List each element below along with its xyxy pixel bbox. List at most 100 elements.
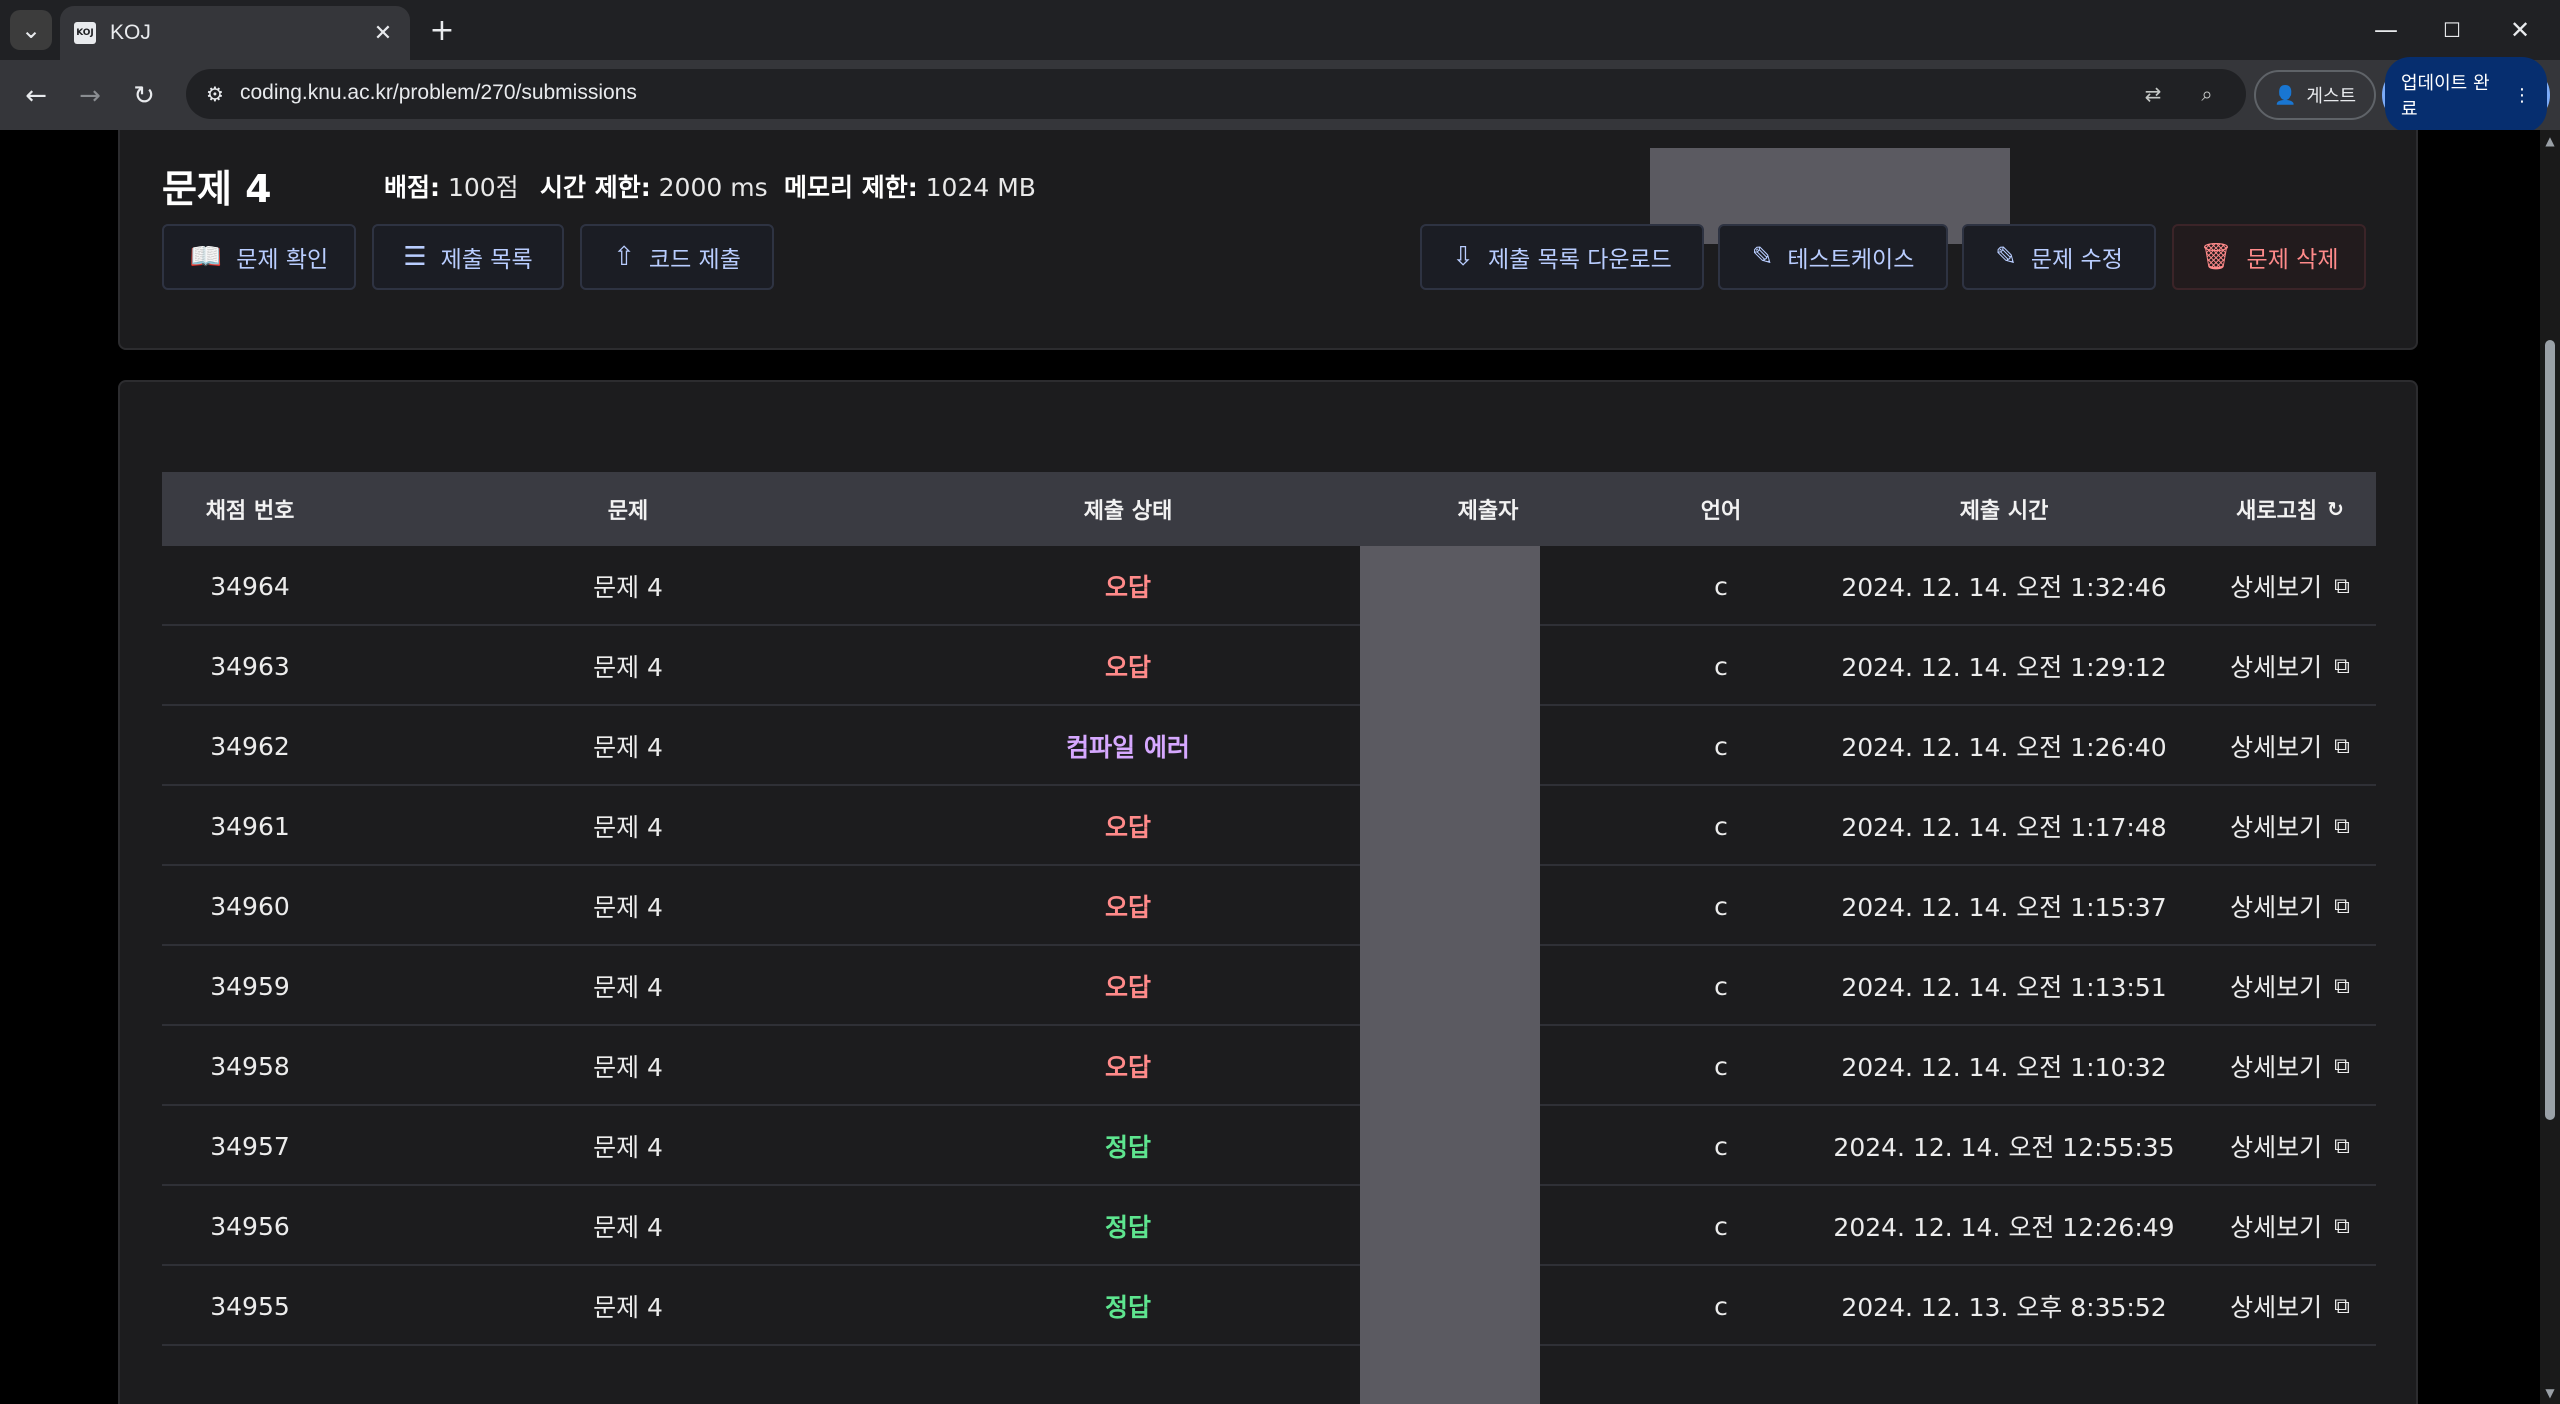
cell-time: 2024. 12. 14. 오전 1:15:37 <box>1841 893 2167 922</box>
code-submit-button[interactable]: ⇧ 코드 제출 <box>580 224 774 290</box>
testcase-button[interactable]: ✎ 테스트케이스 <box>1718 224 1948 290</box>
cell-status: 오답 <box>1104 893 1151 922</box>
table-header: 채점 번호 문제 제출 상태 제출자 언어 제출 시간 새로고침 ↻ <box>162 472 2376 546</box>
cell-id: 34957 <box>210 1131 290 1161</box>
update-button[interactable]: 업데이트 완료 ⋮ <box>2382 57 2550 133</box>
detail-label: 상세보기 <box>2230 653 2323 682</box>
cell-id: 34955 <box>210 1291 290 1321</box>
cell-id: 34964 <box>210 571 290 601</box>
edit-problem-button[interactable]: ✎ 문제 수정 <box>1962 224 2156 290</box>
memory-limit-info: 메모리 제한: 1024 MB <box>784 168 1036 204</box>
guest-profile-button[interactable]: 👤 게스트 <box>2254 70 2376 120</box>
new-tab-icon[interactable]: + <box>424 12 460 48</box>
detail-link[interactable]: 상세보기 ⧉ <box>2204 1106 2376 1186</box>
scroll-down-icon[interactable]: ▼ <box>2543 1386 2557 1400</box>
problem-check-label: 문제 확인 <box>236 247 329 273</box>
table-row: 34962 문제 4 컴파일 에러 c 2024. 12. 14. 오전 1:26:40… <box>162 706 2376 786</box>
tab-close-icon[interactable]: ✕ <box>368 18 398 48</box>
pencil-icon: ✎ <box>1751 242 1774 272</box>
download-submissions-button[interactable]: ⇩ 제출 목록 다운로드 <box>1420 224 1704 290</box>
cell-problem: 문제 4 <box>593 813 663 842</box>
external-link-icon: ⧉ <box>2334 893 2350 919</box>
external-link-icon: ⧉ <box>2334 813 2350 839</box>
cell-language: c <box>1714 811 1728 841</box>
cell-problem: 문제 4 <box>593 1053 663 1082</box>
external-link-icon: ⧉ <box>2334 573 2350 599</box>
memory-limit-label: 메모리 제한: <box>784 173 918 202</box>
back-icon[interactable]: ← <box>16 76 56 116</box>
guest-label: 게스트 <box>2306 86 2357 107</box>
cell-status: 정답 <box>1104 1213 1151 1242</box>
score-value: 100점 <box>447 173 519 202</box>
external-link-icon: ⧉ <box>2334 1293 2350 1319</box>
external-link-icon: ⧉ <box>2334 1053 2350 1079</box>
zoom-icon[interactable]: ⌕ <box>2192 79 2222 109</box>
cell-language: c <box>1714 1211 1728 1241</box>
cell-time: 2024. 12. 14. 오전 1:26:40 <box>1841 733 2167 762</box>
forward-icon[interactable]: → <box>70 76 110 116</box>
url-text[interactable]: coding.knu.ac.kr/problem/270/submissions <box>240 81 637 105</box>
header-submitter[interactable]: 제출자 <box>1338 472 1638 546</box>
problem-header-card: 문제 4 배점: 100점 시간 제한: 2000 ms 메모리 제한: 102… <box>118 130 2418 350</box>
refresh-icon: ↻ <box>2327 497 2344 521</box>
table-row: 34959 문제 4 오답 c 2024. 12. 14. 오전 1:13:51 상세보기… <box>162 946 2376 1026</box>
cell-id: 34961 <box>210 811 290 841</box>
book-icon: 📖 <box>189 242 223 272</box>
detail-link[interactable]: 상세보기 ⧉ <box>2204 706 2376 786</box>
detail-link[interactable]: 상세보기 ⧉ <box>2204 946 2376 1026</box>
code-submit-label: 코드 제출 <box>648 247 741 273</box>
delete-problem-button[interactable]: 🗑 문제 삭제 <box>2172 224 2366 290</box>
cell-id: 34956 <box>210 1211 290 1241</box>
address-bar[interactable]: ⚙ coding.knu.ac.kr/problem/270/submissio… <box>186 69 2246 119</box>
minimize-icon[interactable]: — <box>2364 12 2408 48</box>
cell-language: c <box>1714 731 1728 761</box>
detail-link[interactable]: 상세보기 ⧉ <box>2204 786 2376 866</box>
cell-status: 오답 <box>1104 973 1151 1002</box>
detail-link[interactable]: 상세보기 ⧉ <box>2204 1266 2376 1346</box>
external-link-icon: ⧉ <box>2334 1213 2350 1239</box>
header-time[interactable]: 제출 시간 <box>1804 472 2204 546</box>
header-id[interactable]: 채점 번호 <box>162 472 338 546</box>
cell-problem: 문제 4 <box>593 1293 663 1322</box>
edit-problem-label: 문제 수정 <box>2030 247 2123 273</box>
external-link-icon: ⧉ <box>2334 1133 2350 1159</box>
tab-search-icon[interactable]: ⌄ <box>10 10 52 50</box>
header-problem[interactable]: 문제 <box>338 472 918 546</box>
download-submissions-label: 제출 목록 다운로드 <box>1487 247 1672 273</box>
cell-problem: 문제 4 <box>593 973 663 1002</box>
cell-status: 오답 <box>1104 813 1151 842</box>
detail-link[interactable]: 상세보기 ⧉ <box>2204 546 2376 626</box>
external-link-icon: ⧉ <box>2334 733 2350 759</box>
detail-label: 상세보기 <box>2230 1053 2323 1082</box>
trash-icon: 🗑 <box>2199 242 2233 272</box>
page-scrollbar[interactable]: ▲ ▼ <box>2540 130 2560 1404</box>
cell-language: c <box>1714 571 1728 601</box>
detail-link[interactable]: 상세보기 ⧉ <box>2204 626 2376 706</box>
detail-label: 상세보기 <box>2230 1133 2323 1162</box>
detail-label: 상세보기 <box>2230 733 2323 762</box>
scroll-thumb[interactable] <box>2545 340 2555 1120</box>
site-info-icon[interactable]: ⚙ <box>200 79 230 109</box>
cell-language: c <box>1714 651 1728 681</box>
header-language[interactable]: 언어 <box>1638 472 1804 546</box>
detail-link[interactable]: 상세보기 ⧉ <box>2204 1026 2376 1106</box>
cell-language: c <box>1714 891 1728 921</box>
list-check-icon: ☰ <box>403 242 427 272</box>
maximize-icon[interactable]: ☐ <box>2430 12 2474 48</box>
cell-problem: 문제 4 <box>593 733 663 762</box>
header-status[interactable]: 제출 상태 <box>918 472 1338 546</box>
upload-icon: ⇧ <box>613 242 635 272</box>
refresh-button[interactable]: 새로고침 ↻ <box>2204 472 2376 546</box>
cell-time: 2024. 12. 14. 오전 1:32:46 <box>1841 573 2167 602</box>
browser-tab[interactable]: KOJ KOJ ✕ <box>60 6 410 60</box>
window-close-icon[interactable]: ✕ <box>2498 12 2542 48</box>
detail-link[interactable]: 상세보기 ⧉ <box>2204 866 2376 946</box>
cell-language: c <box>1714 1291 1728 1321</box>
cell-problem: 문제 4 <box>593 573 663 602</box>
submission-list-button[interactable]: ☰ 제출 목록 <box>372 224 564 290</box>
translate-icon[interactable]: ⇄ <box>2138 79 2168 109</box>
problem-check-button[interactable]: 📖 문제 확인 <box>162 224 356 290</box>
detail-link[interactable]: 상세보기 ⧉ <box>2204 1186 2376 1266</box>
reload-icon[interactable]: ↻ <box>124 76 164 116</box>
scroll-up-icon[interactable]: ▲ <box>2543 134 2557 148</box>
